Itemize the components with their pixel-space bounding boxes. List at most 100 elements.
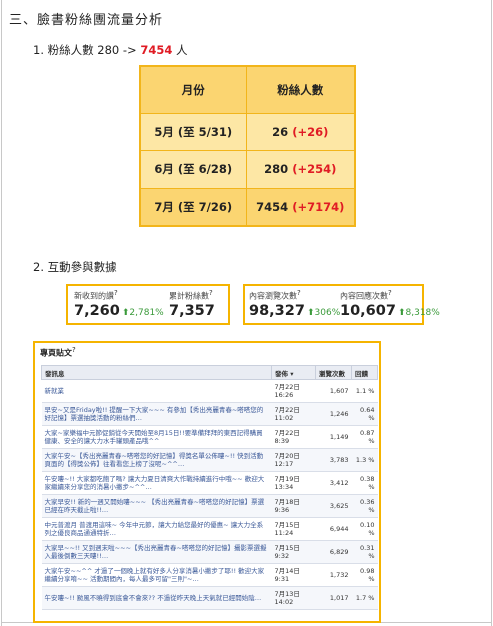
post-message-link[interactable]: 大家早安!! 新的一週又開始嘍~~~ 【秀出亮麗青春~嗒嗒您的好記憶】票選已經在…	[41, 494, 272, 518]
content-views-metric: 內容瀏覽次數? 98,327 ⬆306%	[249, 289, 340, 319]
table-row: 5月 (至 5/31) 26 (+26)	[139, 112, 356, 151]
fans-count: 7454	[256, 199, 289, 214]
post-row[interactable]: 早安~又是Friday啦!! 提醒一下大家~~~ 有參加【秀出亮麗青春~嗒嗒您的…	[41, 402, 378, 426]
content-feedback-metric: 內容回應次數? 10,607 ⬆8,318%	[340, 289, 440, 319]
column-header-published[interactable]: 發佈 ▾	[271, 365, 316, 380]
post-message-link[interactable]: 大家早~~!! 又到週末啦~~~【秀出亮麗青春~嗒嗒您的好記憶】攝影票選擬入最後…	[41, 540, 272, 564]
post-row[interactable]: 新就業 7月22日 16:26 1,607 1.1 %	[41, 379, 378, 403]
content-views-change: 306%	[314, 307, 341, 318]
column-header-feedback[interactable]: 回饋	[351, 365, 378, 380]
total-fans-value: 7,357	[169, 302, 215, 319]
post-views: 3,625	[315, 494, 352, 518]
new-likes-change: 2,781%	[129, 307, 164, 318]
post-message-link[interactable]: 中元普渡月 普渡用這味~ 今年中元節，讓大力給您最好的優惠~ 讓大力全系列之優良…	[41, 517, 272, 541]
post-feedback: 0.98 %	[351, 563, 378, 587]
page-border-left	[1, 0, 2, 626]
post-message-link[interactable]: 早安~又是Friday啦!! 提醒一下大家~~~ 有參加【秀出亮麗青春~嗒嗒您的…	[41, 402, 272, 426]
total-fans-metric: 累計粉絲數? 7,357	[169, 289, 215, 319]
post-date: 7月22日 11:02	[271, 402, 316, 426]
post-message-link[interactable]: 午安嘍~!! 颱風不曉得到底會不會來?? 不過從昨天晚上天氣就已經開始陰…	[41, 586, 272, 610]
new-likes-value: 7,260 ⬆2,781%	[74, 302, 164, 319]
post-row[interactable]: 大家早安!! 新的一週又開始嘍~~~ 【秀出亮麗青春~嗒嗒您的好記憶】票選已經在…	[41, 494, 378, 518]
post-row[interactable]: 大家午安~~^^ 才過了一個晚上就有好多人分享消暑小撇步了耶!! 歡迎大家繼續分…	[41, 563, 378, 587]
content-feedback-label: 內容回應次數	[340, 291, 388, 301]
content-feedback-change: 8,318%	[405, 307, 440, 318]
post-date: 7月14日 9:31	[271, 563, 316, 587]
fans-delta: (+7174)	[292, 199, 345, 214]
column-header-message[interactable]: 發訊息	[41, 365, 272, 380]
post-row[interactable]: 大家早~~!! 又到週末啦~~~【秀出亮麗青春~嗒嗒您的好記憶】攝影票選擬入最後…	[41, 540, 378, 564]
post-message-link[interactable]: 午安嘍~!! 大家都吃飽了嗎? 讓大力夏日清爽大作戰持續進行中哦~~ 歡迎大家繼…	[41, 471, 272, 495]
post-views: 3,412	[315, 471, 352, 495]
panel-title: 專頁貼文?	[40, 346, 76, 358]
page-border-right	[491, 0, 492, 626]
post-views: 1,607	[315, 379, 352, 403]
posts-table: 發訊息 發佈 ▾ 瀏覽次數 回饋 新就業 7月22日 16:26 1,607 1.1 …	[41, 365, 378, 610]
fans-cell: 280 (+254)	[245, 150, 356, 189]
post-views: 6,944	[315, 517, 352, 541]
post-message-link[interactable]: 大家午安~【秀出亮麗青春~嗒嗒您的好記憶】得獎名單公佈嘍~!! 快到活動頁面的【…	[41, 448, 272, 472]
table-header-row: 月份 粉絲人數	[139, 65, 356, 114]
section-title: 三、臉書粉絲團流量分析	[9, 13, 164, 28]
up-arrow-icon: ⬆	[397, 307, 406, 318]
fans-label: 1. 粉絲人數 280 ->	[33, 43, 137, 57]
new-likes-label: 新收到的讚	[74, 291, 114, 301]
post-feedback: 0.87 %	[351, 425, 378, 449]
up-arrow-icon: ⬆	[306, 307, 315, 318]
post-date: 7月13日 14:02	[271, 586, 316, 610]
post-message-link[interactable]: 大家午安~~^^ 才過了一個晚上就有好多人分享消暑小撇步了耶!! 歡迎大家繼續分…	[41, 563, 272, 587]
fans-delta: (+254)	[292, 162, 337, 177]
post-views: 1,732	[315, 563, 352, 587]
post-feedback: 0.10 %	[351, 517, 378, 541]
column-header-month: 月份	[139, 65, 247, 114]
fans-count: 26	[272, 124, 289, 139]
content-views-value: 98,327 ⬆306%	[249, 302, 341, 319]
fan-growth-table: 月份 粉絲人數 5月 (至 5/31) 26 (+26) 6月 (至 6/28)…	[139, 65, 356, 227]
fans-delta: (+26)	[292, 124, 329, 139]
fans-cell: 7454 (+7174)	[245, 187, 356, 226]
post-row[interactable]: 午安嘍~!! 大家都吃飽了嗎? 讓大力夏日清爽大作戰持續進行中哦~~ 歡迎大家繼…	[41, 471, 378, 495]
post-row[interactable]: 大家~家樂福中元節促銷從今天開始至8月15日!!要準備拜拜的東西記得購買健康、安…	[41, 425, 378, 449]
fans-count: 280	[264, 162, 289, 177]
post-feedback: 1.3 %	[351, 448, 378, 472]
new-likes-metric: 新收到的讚? 7,260 ⬆2,781%	[74, 289, 164, 319]
total-fans-label: 累計粉絲數	[169, 291, 209, 301]
post-date: 7月20日 12:17	[271, 448, 316, 472]
help-icon[interactable]: ?	[209, 289, 213, 297]
fans-unit: 人	[176, 43, 188, 57]
post-row[interactable]: 大家午安~【秀出亮麗青春~嗒嗒您的好記憶】得獎名單公佈嘍~!! 快到活動頁面的【…	[41, 448, 378, 472]
post-message-link[interactable]: 大家~家樂福中元節促銷從今天開始至8月15日!!要準備拜拜的東西記得購買健康、安…	[41, 425, 272, 449]
help-icon[interactable]: ?	[72, 346, 76, 354]
table-row: 6月 (至 6/28) 280 (+254)	[139, 150, 356, 189]
post-feedback: 0.31 %	[351, 540, 378, 564]
post-date: 7月22日 8:39	[271, 425, 316, 449]
month-cell: 5月 (至 5/31)	[139, 112, 247, 151]
post-views: 3,783	[315, 448, 352, 472]
fans-summary: 1. 粉絲人數 280 -> 7454 人	[33, 42, 188, 58]
posts-header-row: 發訊息 發佈 ▾ 瀏覽次數 回饋	[41, 365, 378, 380]
engagement-title: 2. 互動參與數據	[33, 260, 117, 274]
post-date: 7月22日 16:26	[271, 379, 316, 403]
column-header-fans: 粉絲人數	[245, 65, 356, 114]
month-cell: 7月 (至 7/26)	[139, 187, 247, 226]
post-row[interactable]: 中元普渡月 普渡用這味~ 今年中元節，讓大力給您最好的優惠~ 讓大力全系列之優良…	[41, 517, 378, 541]
fans-cell: 26 (+26)	[245, 112, 356, 151]
post-feedback: 0.38 %	[351, 471, 378, 495]
post-feedback: 1.1 %	[351, 379, 378, 403]
help-icon[interactable]: ?	[114, 289, 118, 297]
post-date: 7月19日 13:34	[271, 471, 316, 495]
post-feedback: 0.64 %	[351, 402, 378, 426]
content-card: 內容瀏覽次數? 98,327 ⬆306% 內容回應次數? 10,607 ⬆8,318…	[243, 284, 440, 325]
post-row[interactable]: 午安嘍~!! 颱風不曉得到底會不會來?? 不過從昨天晚上天氣就已經開始陰… 7月1…	[41, 586, 378, 610]
help-icon[interactable]: ?	[388, 289, 392, 297]
help-icon[interactable]: ?	[297, 289, 301, 297]
content-views-label: 內容瀏覽次數	[249, 291, 297, 301]
post-feedback: 1.7 %	[351, 586, 378, 610]
post-message-link[interactable]: 新就業	[41, 379, 272, 403]
post-views: 1,017	[315, 586, 352, 610]
column-header-views[interactable]: 瀏覽次數	[315, 365, 352, 380]
likes-card: 新收到的讚? 7,260 ⬆2,781% 累計粉絲數? 7,357	[66, 284, 230, 325]
page-posts-panel: 專頁貼文? 發訊息 發佈 ▾ 瀏覽次數 回饋 新就業 7月22日 16:26 1,6…	[33, 341, 381, 623]
fans-value: 7454	[140, 43, 173, 57]
post-feedback: 0.36 %	[351, 494, 378, 518]
